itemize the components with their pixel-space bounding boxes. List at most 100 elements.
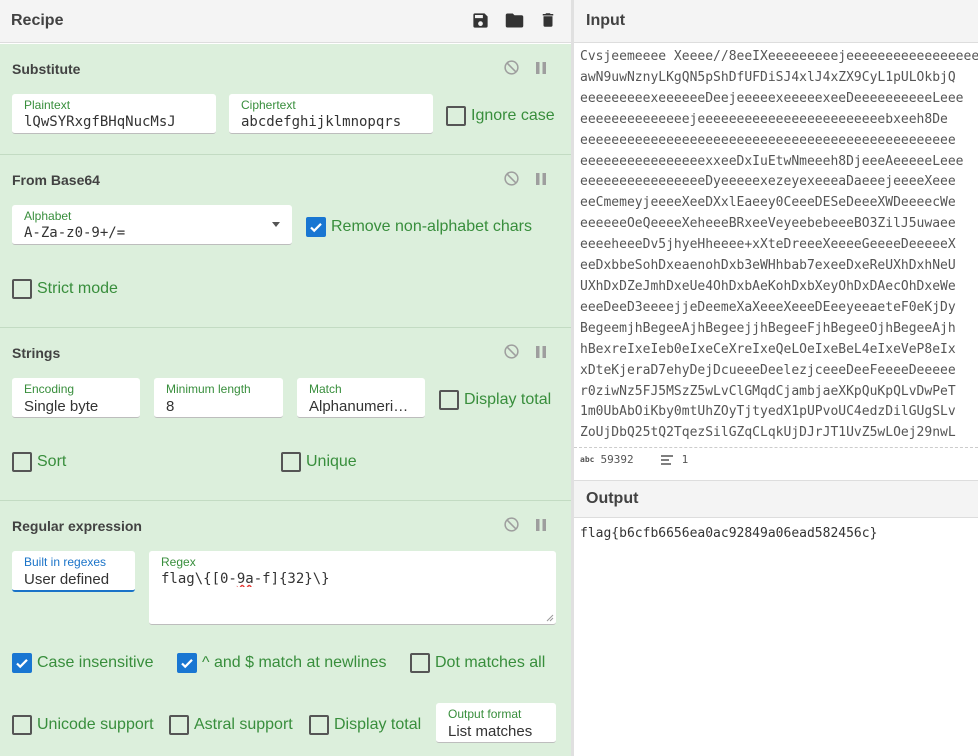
unicode-checkbox[interactable]: Unicode support (12, 715, 154, 735)
input-line: eeDxbbeSohDxeaenohDxb3eWHhbab7exeeDxeReU… (580, 258, 956, 274)
disable-icon[interactable] (503, 59, 520, 76)
ciphertext-value: abcdefghijklmnopqrs (241, 114, 402, 130)
checkbox-box[interactable] (12, 279, 32, 299)
case-insensitive-checkbox[interactable]: Case insensitive (12, 653, 154, 673)
disable-icon[interactable] (503, 516, 520, 533)
ciphertext-label: Ciphertext (241, 98, 296, 112)
input-status-bar: abc 59392 1 (574, 447, 978, 471)
regex-part: -f]{32}\} (253, 571, 330, 587)
recipe-pane: Recipe Substitute Plaintext lQwSYRxgfBHq… (0, 0, 571, 756)
dotall-label: Dot matches all (435, 654, 546, 671)
input-line: eeeeeeeeeeeeeeeeDyeeeeexezeyexeeeaDaeeej… (580, 174, 956, 190)
check-icon (181, 659, 193, 669)
encoding-value: Single byte (24, 398, 99, 415)
char-count: 59392 (600, 453, 634, 466)
pause-icon[interactable] (532, 516, 549, 533)
output-title: Output (586, 490, 639, 507)
output-format-value: List matches (448, 723, 533, 740)
min-length-field[interactable]: Minimum length 8 (154, 378, 283, 418)
resize-handle-icon[interactable] (546, 614, 554, 622)
checkbox-box[interactable] (439, 390, 459, 410)
unique-label: Unique (306, 453, 357, 470)
strict-mode-checkbox[interactable]: Strict mode (12, 279, 118, 299)
match-label: Match (309, 382, 342, 396)
checkbox-box[interactable] (306, 217, 326, 237)
input-line: 1m0UbAbOiKby0mtUhZOyTjtyedX1pUPvoUC4edzD… (580, 404, 956, 420)
regex-display-total-checkbox[interactable]: Display total (309, 715, 421, 735)
input-line: eeeeeeeeeeeeeeeexxeeDxIuEtwNmeeeh8DjeeeA… (580, 153, 964, 169)
remove-nonalpha-label: Remove non-alphabet chars (331, 218, 533, 235)
chevron-down-icon (272, 222, 280, 227)
pause-icon[interactable] (532, 170, 549, 187)
op-title-substitute: Substitute (12, 61, 81, 77)
op-strings: Strings Encoding Single byte Minimum len… (0, 328, 571, 501)
checkbox-box[interactable] (177, 653, 197, 673)
disable-icon[interactable] (503, 343, 520, 360)
output-textarea[interactable]: flag{b6cfb6656ea0ac92849a06ead582456c} (580, 524, 978, 554)
sort-checkbox[interactable]: Sort (12, 452, 66, 472)
recipe-header: Recipe (0, 0, 571, 43)
remove-nonalpha-checkbox[interactable]: Remove non-alphabet chars (306, 217, 532, 237)
strict-mode-label: Strict mode (37, 280, 118, 297)
checkbox-box[interactable] (446, 106, 466, 126)
input-line: eeeDeeD3eeeejjeDeemeXaXeeeXeeeDEeeyeeaet… (580, 299, 956, 315)
input-line: eeeeeeeeeeeeeejeeeeeeeeeeeeeeeeeeeeeeeeb… (580, 111, 948, 127)
strings-display-total-checkbox[interactable]: Display total (439, 390, 551, 410)
save-icon[interactable] (469, 9, 491, 31)
astral-label: Astral support (194, 716, 293, 733)
ignore-case-label: Ignore case (471, 107, 555, 124)
builtin-value: User defined (24, 571, 110, 588)
disable-icon[interactable] (503, 170, 520, 187)
ignore-case-checkbox[interactable]: Ignore case (446, 106, 555, 126)
plaintext-field[interactable]: Plaintext lQwSYRxgfBHqNucMsJ (12, 94, 216, 134)
output-format-label: Output format (448, 707, 522, 721)
checkbox-box[interactable] (12, 715, 32, 735)
builtin-regex-dropdown[interactable]: Built in regexes User defined (12, 551, 135, 592)
checkbox-box[interactable] (309, 715, 329, 735)
ciphertext-field[interactable]: Ciphertext abcdefghijklmnopqrs (229, 94, 433, 134)
input-line: eeCmemeyjeeeeXeeDXxlEaeey0CeeeDESeDeeeXW… (580, 195, 956, 211)
regex-part: flag\{[0- (161, 571, 237, 587)
checkbox-box[interactable] (12, 452, 32, 472)
builtin-label: Built in regexes (24, 555, 107, 569)
display-total-label: Display total (464, 391, 552, 408)
input-line: xDteKjeraD7ehyDejDcueeeDeelezjceeeDeeFee… (580, 362, 956, 378)
unicode-label: Unicode support (37, 716, 154, 733)
encoding-dropdown[interactable]: Encoding Single byte (12, 378, 140, 418)
checkbox-box[interactable] (410, 653, 430, 673)
input-line: awN9uwNznyLKgQN5pShDfUFDiSJ4xlJ4xZX9CyL1… (580, 69, 956, 85)
checkbox-box[interactable] (12, 653, 32, 673)
input-header: Input (574, 0, 978, 43)
trash-icon[interactable] (537, 9, 559, 31)
regex-part-misspelled: 9a (236, 571, 254, 587)
dotall-checkbox[interactable]: Dot matches all (410, 653, 545, 673)
multiline-checkbox[interactable]: ^ and $ match at newlines (177, 653, 387, 673)
line-count: 1 (681, 453, 689, 466)
min-length-label: Minimum length (166, 382, 251, 396)
alphabet-value: A-Za-z0-9+/= (24, 225, 126, 241)
encoding-label: Encoding (24, 382, 75, 396)
unique-checkbox[interactable]: Unique (281, 452, 357, 472)
input-line: r0ziwNz5FJ5MSzZ5wLvClGMqdCjambjaeXKpQuKp… (580, 383, 956, 399)
input-line: hBexreIxeIeb0eIxeCeXreIxeQeLOeIxeBeL4eIx… (580, 341, 956, 357)
alphabet-label: Alphabet (24, 209, 72, 223)
input-line: ZoUjDbQ25tQ2TqezSilGZqCLqkUjDJrJT1UvZ5wL… (580, 425, 956, 441)
checkbox-box[interactable] (169, 715, 189, 735)
plaintext-label: Plaintext (24, 98, 71, 112)
alphabet-dropdown[interactable]: Alphabet A-Za-z0-9+/= (12, 205, 292, 245)
regex-textarea[interactable]: Regex flag\{[0-9a-f]{32}\} (149, 551, 556, 625)
checkbox-box[interactable] (281, 452, 301, 472)
char-count-icon: abc (580, 455, 595, 464)
folder-icon[interactable] (503, 9, 525, 31)
op-substitute: Substitute Plaintext lQwSYRxgfBHqNucMsJ … (0, 44, 571, 155)
pause-icon[interactable] (532, 343, 549, 360)
sort-label: Sort (37, 453, 67, 470)
output-format-dropdown[interactable]: Output format List matches (436, 703, 556, 743)
astral-checkbox[interactable]: Astral support (169, 715, 293, 735)
input-textarea[interactable]: Cvsjeemeeee Xeeee//8eeIXeeeeeeeeejeeeeee… (580, 47, 978, 447)
check-icon (310, 223, 322, 233)
multiline-label: ^ and $ match at newlines (202, 654, 387, 671)
pause-icon[interactable] (532, 59, 549, 76)
match-dropdown[interactable]: Match Alphanumeric + punctuation (297, 378, 425, 418)
output-header: Output (574, 480, 978, 518)
